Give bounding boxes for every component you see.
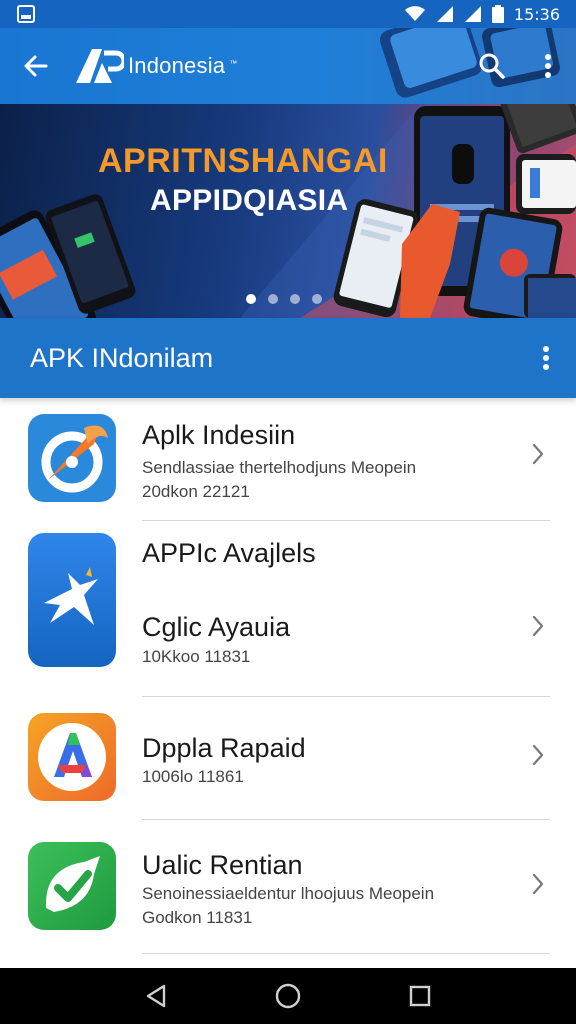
search-icon: [479, 53, 505, 79]
divider: [142, 953, 550, 954]
list-item[interactable]: Dppla Rapaid 1006lo 11861: [0, 697, 576, 820]
compass-icon: [41, 425, 108, 493]
signal-icon: [436, 6, 453, 22]
chevron-right-icon: [526, 440, 550, 468]
banner-subheadline: APPIDQIASIA: [150, 184, 349, 217]
app-name: Aplk Indesiin: [142, 420, 296, 450]
arrow-back-icon: [24, 55, 48, 77]
section-header: APK INdonilam: [0, 318, 576, 398]
app-subtitle: Cglic Ayauia: [142, 612, 291, 642]
app-description: Sendlassiae thertelhodjuns Meopein: [142, 458, 417, 477]
promo-banner[interactable]: APRITNSHANGAI APPIDQIASIA: [0, 104, 576, 318]
gallery-notification-icon: [17, 5, 35, 23]
app-name: APPIc Avajlels: [142, 538, 316, 568]
chevron-right-icon: [526, 870, 550, 898]
signal-icon-2: [464, 6, 481, 22]
chevron-right-icon: [526, 741, 550, 769]
list-item[interactable]: Ualic Rentian Senoinessiaeldentur lhooju…: [0, 820, 576, 966]
app-icon: [28, 533, 116, 667]
back-triangle-icon: [146, 984, 166, 1008]
battery-icon: [491, 5, 504, 23]
app-meta: 10Kkoo 11831: [142, 647, 251, 666]
app-meta: 20dkon 22121: [142, 482, 250, 501]
app-bar: Indonesia ™: [0, 28, 576, 104]
more-vert-icon: [543, 346, 549, 370]
app-icon: [28, 713, 116, 801]
apk-logo-icon: [76, 49, 124, 83]
clock: 15:36: [513, 4, 560, 24]
recents-square-icon: [409, 985, 431, 1007]
app-icon: [28, 842, 116, 930]
list-item[interactable]: Aplk Indesiin Sendlassiae thertelhodjuns…: [0, 398, 576, 521]
app-list: Aplk Indesiin Sendlassiae thertelhodjuns…: [0, 398, 576, 968]
app-name: Dppla Rapaid: [142, 733, 306, 763]
carousel-indicator[interactable]: [246, 294, 322, 304]
app-meta: Godkon 11831: [142, 908, 253, 927]
checkmark-icon: [45, 856, 100, 912]
overflow-menu-button[interactable]: [520, 28, 576, 104]
app-logo: Indonesia ™: [72, 45, 237, 87]
section-menu-button[interactable]: [516, 318, 576, 398]
app-icon: [28, 414, 116, 502]
carousel-dot[interactable]: [268, 294, 278, 304]
app-meta: 1006lo 11861: [142, 767, 244, 786]
carousel-dot[interactable]: [290, 294, 300, 304]
nav-recents-button[interactable]: [396, 972, 444, 1020]
home-circle-icon: [275, 983, 301, 1009]
star-plane-icon: [44, 567, 98, 625]
system-nav-bar: [0, 968, 576, 1024]
search-button[interactable]: [464, 28, 520, 104]
carousel-dot[interactable]: [246, 294, 256, 304]
back-button[interactable]: [0, 28, 72, 104]
nav-home-button[interactable]: [264, 972, 312, 1020]
wifi-icon: [404, 6, 425, 21]
trademark-mark: ™: [229, 59, 238, 68]
app-title: Indonesia: [128, 53, 226, 78]
chevron-right-icon: [526, 612, 550, 640]
status-bar: 15:36: [0, 0, 576, 28]
more-vert-icon: [545, 54, 551, 78]
list-item[interactable]: APPIc Avajlels Cglic Ayauia 10Kkoo 11831: [0, 521, 576, 697]
carousel-dot[interactable]: [312, 294, 322, 304]
section-title: APK INdonilam: [30, 342, 214, 373]
nav-back-button[interactable]: [132, 972, 180, 1020]
app-name: Ualic Rentian: [142, 850, 303, 880]
letter-a-icon: [38, 723, 106, 791]
app-description: Senoinessiaeldentur lhoojuus Meopein: [142, 884, 435, 903]
banner-headline: APRITNSHANGAI: [98, 142, 388, 180]
